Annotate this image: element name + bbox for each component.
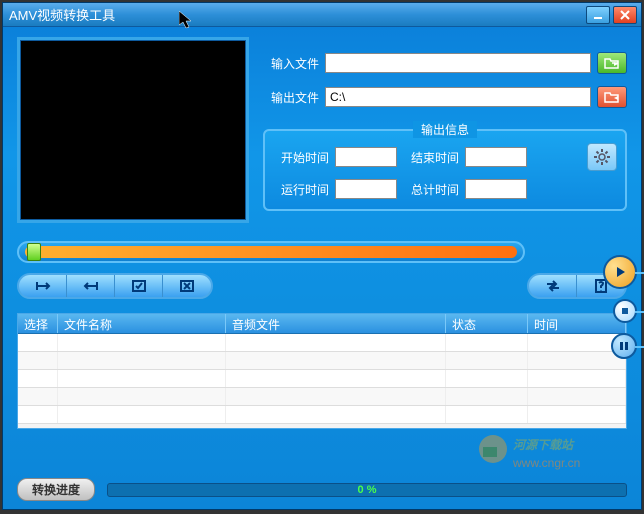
folder-save-icon — [604, 91, 620, 103]
run-time-field[interactable] — [335, 179, 397, 199]
total-time-label: 总计时间 — [403, 181, 459, 198]
output-file-field[interactable] — [325, 87, 591, 107]
minimize-button[interactable] — [586, 6, 610, 24]
progress-label: 转换进度 — [17, 478, 95, 501]
mark-group — [17, 273, 213, 299]
start-time-field[interactable] — [335, 147, 397, 167]
uncheck-icon — [177, 279, 197, 293]
table-row[interactable] — [18, 406, 626, 424]
close-icon — [619, 9, 631, 21]
slider-track — [25, 246, 517, 258]
toolbar — [17, 273, 627, 299]
input-file-row: 输入文件 — [263, 51, 627, 75]
content-area: 输入文件 输出文件 输出信息 开始时间 — [3, 27, 641, 509]
mark-start-button[interactable] — [19, 275, 67, 297]
input-file-field[interactable] — [325, 53, 591, 73]
browse-input-button[interactable] — [597, 52, 627, 74]
browse-output-button[interactable] — [597, 86, 627, 108]
progress-text: 0 % — [358, 484, 377, 496]
table-row[interactable] — [18, 334, 626, 352]
table-row[interactable] — [18, 388, 626, 406]
start-time-label: 开始时间 — [273, 149, 329, 166]
mark-end-button[interactable] — [67, 275, 115, 297]
run-time-label: 运行时间 — [273, 181, 329, 198]
svg-text:www.cngr.cn: www.cngr.cn — [512, 456, 580, 470]
goto-end-icon — [81, 279, 101, 293]
end-time-field[interactable] — [465, 147, 527, 167]
folder-open-icon — [604, 57, 620, 69]
titlebar: AMV视频转换工具 — [3, 3, 641, 27]
slider-handle[interactable] — [27, 243, 41, 261]
table-header: 选择 文件名称 音频文件 状态 时间 — [18, 314, 626, 334]
check-icon — [129, 279, 149, 293]
file-table: 选择 文件名称 音频文件 状态 时间 — [17, 313, 627, 429]
window-title: AMV视频转换工具 — [7, 5, 115, 24]
deselect-all-button[interactable] — [163, 275, 211, 297]
pause-icon — [618, 340, 630, 352]
output-file-label: 输出文件 — [263, 89, 319, 106]
select-all-button[interactable] — [115, 275, 163, 297]
svg-text:河源下载站: 河源下载站 — [513, 438, 575, 452]
col-status[interactable]: 状态 — [446, 314, 528, 333]
progress-bar: 0 % — [107, 483, 627, 497]
convert-button[interactable] — [529, 275, 577, 297]
app-window: AMV视频转换工具 输入文件 输出文件 — [2, 2, 642, 510]
watermark: 河源下载站 www.cngr.cn — [473, 429, 633, 479]
playback-controls — [603, 255, 637, 359]
minimize-icon — [592, 9, 604, 21]
seek-slider[interactable] — [17, 241, 525, 263]
gear-icon — [593, 148, 611, 166]
stop-button[interactable] — [613, 299, 637, 323]
table-body — [18, 334, 626, 424]
play-button[interactable] — [603, 255, 637, 289]
output-info-title: 输出信息 — [413, 121, 477, 138]
output-file-row: 输出文件 — [263, 85, 627, 109]
video-preview — [17, 37, 249, 223]
close-button[interactable] — [613, 6, 637, 24]
convert-icon — [543, 279, 563, 293]
table-row[interactable] — [18, 352, 626, 370]
table-row[interactable] — [18, 370, 626, 388]
end-time-label: 结束时间 — [403, 149, 459, 166]
col-filename[interactable]: 文件名称 — [58, 314, 226, 333]
stop-icon — [620, 306, 630, 316]
col-audio[interactable]: 音频文件 — [226, 314, 446, 333]
col-select[interactable]: 选择 — [18, 314, 58, 333]
goto-start-icon — [33, 279, 53, 293]
total-time-field[interactable] — [465, 179, 527, 199]
footer: 转换进度 0 % — [17, 478, 627, 501]
play-icon — [613, 265, 627, 279]
settings-button[interactable] — [587, 143, 617, 171]
input-file-label: 输入文件 — [263, 55, 319, 72]
pause-button[interactable] — [611, 333, 637, 359]
output-info-panel: 输出信息 开始时间 结束时间 运行时间 总计时间 — [263, 129, 627, 211]
